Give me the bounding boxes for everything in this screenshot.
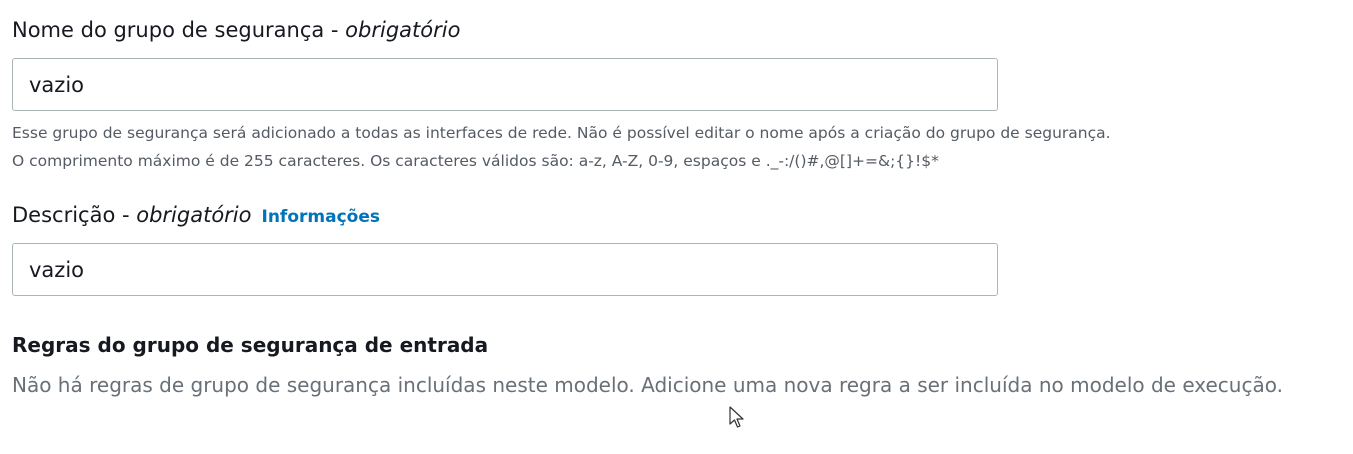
description-input[interactable] <box>12 243 998 296</box>
security-group-name-input[interactable] <box>12 58 998 111</box>
description-label: Descrição - obrigatório Informações <box>12 201 380 231</box>
mouse-cursor-icon <box>729 406 744 428</box>
security-group-name-label-text: Nome do grupo de segurança - <box>12 18 346 42</box>
description-label-text: Descrição - <box>12 203 137 227</box>
required-indicator: obrigatório <box>345 18 461 42</box>
security-group-name-constraints: O comprimento máximo é de 255 caracteres… <box>12 152 939 170</box>
security-group-name-hint: Esse grupo de segurança será adicionado … <box>12 124 1111 142</box>
required-indicator: obrigatório <box>136 203 252 227</box>
inbound-rules-description: Não há regras de grupo de segurança incl… <box>12 373 1283 397</box>
info-link[interactable]: Informações <box>262 207 380 227</box>
security-group-name-label: Nome do grupo de segurança - obrigatório <box>12 16 460 44</box>
inbound-rules-title: Regras do grupo de segurança de entrada <box>12 333 489 357</box>
